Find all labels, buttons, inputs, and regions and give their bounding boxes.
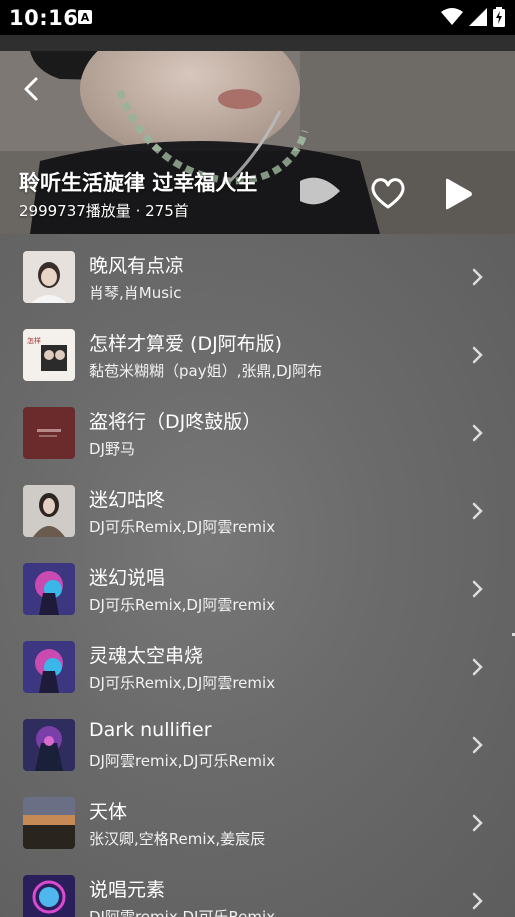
chevron-right-icon xyxy=(472,268,483,286)
song-title: 晚风有点凉 xyxy=(89,255,185,277)
song-row[interactable]: 天体 张汉卿,空格Remix,姜宸辰 xyxy=(0,780,515,858)
song-cover xyxy=(23,563,75,615)
back-button[interactable] xyxy=(18,75,46,103)
song-row[interactable]: 盗将行（DJ咚鼓版） DJ野马 xyxy=(0,390,515,468)
status-icons xyxy=(441,7,505,27)
song-cover: 怎样 xyxy=(23,329,75,381)
song-artist: DJ野马 xyxy=(89,440,135,458)
song-row[interactable]: 迷幻说唱 DJ可乐Remix,DJ阿雲remix xyxy=(0,546,515,624)
chevron-right-icon xyxy=(472,814,483,832)
chevron-right-icon xyxy=(472,424,483,442)
a-icon: A xyxy=(78,10,92,24)
song-row[interactable]: 晚风有点凉 肖琴,肖Music xyxy=(0,234,515,312)
playlist-header: 聆听生活旋律 过幸福人生 2999737播放量 · 275首 xyxy=(0,51,515,234)
song-artist: DJ阿雲remix,DJ可乐Remix xyxy=(89,752,276,770)
song-cover xyxy=(23,485,75,537)
heart-outline-icon[interactable] xyxy=(369,175,407,211)
song-title: 迷幻说唱 xyxy=(89,567,166,589)
song-row[interactable]: 迷幻咕咚 DJ可乐Remix,DJ阿雲remix xyxy=(0,468,515,546)
song-artist: DJ阿雲remix,DJ可乐Remix xyxy=(89,908,276,917)
chevron-right-icon xyxy=(472,658,483,676)
song-cover xyxy=(23,251,75,303)
song-title: 天体 xyxy=(89,801,128,823)
chevron-right-icon xyxy=(472,580,483,598)
song-title: 说唱元素 xyxy=(89,879,166,901)
song-title: 迷幻咕咚 xyxy=(89,489,166,511)
song-artist: 肖琴,肖Music xyxy=(89,284,182,302)
song-title: Dark nullifier xyxy=(89,719,212,741)
song-row[interactable]: 灵魂太空串烧 DJ可乐Remix,DJ阿雲remix xyxy=(0,624,515,702)
song-artist: 张汉卿,空格Remix,姜宸辰 xyxy=(89,830,266,848)
song-artist: 黏苞米糊糊（pay姐）,张鼎,DJ阿布 xyxy=(89,362,323,380)
wifi-icon xyxy=(441,8,463,25)
song-cover xyxy=(23,641,75,693)
chevron-right-icon xyxy=(472,736,483,754)
play-icon[interactable] xyxy=(440,177,474,211)
toolbar-strip xyxy=(0,35,515,51)
song-artist: DJ可乐Remix,DJ阿雲remix xyxy=(89,596,276,614)
song-artist: DJ可乐Remix,DJ阿雲remix xyxy=(89,674,276,692)
song-cover xyxy=(23,719,75,771)
chevron-right-icon xyxy=(472,892,483,910)
song-list: 晚风有点凉 肖琴,肖Music 怎样 怎样才算爱 (DJ阿布版) 黏苞米糊糊（p… xyxy=(0,234,515,917)
status-bar: 10:16 A xyxy=(0,0,515,35)
playlist-meta: 2999737播放量 · 275首 xyxy=(19,202,189,220)
status-time: 10:16 xyxy=(9,6,79,30)
svg-text:怎样: 怎样 xyxy=(27,336,41,345)
song-cover xyxy=(23,797,75,849)
song-artist: DJ可乐Remix,DJ阿雲remix xyxy=(89,518,276,536)
playlist-title: 聆听生活旋律 过幸福人生 xyxy=(19,171,258,195)
chevron-right-icon xyxy=(472,346,483,364)
song-title: 灵魂太空串烧 xyxy=(89,645,204,667)
song-title: 盗将行（DJ咚鼓版） xyxy=(89,411,262,433)
song-title: 怎样才算爱 (DJ阿布版) xyxy=(89,333,283,355)
battery-charging-icon xyxy=(493,7,505,27)
song-cover xyxy=(23,407,75,459)
signal-icon xyxy=(469,8,487,26)
song-cover xyxy=(23,875,75,917)
song-row[interactable]: 怎样 怎样才算爱 (DJ阿布版) 黏苞米糊糊（pay姐）,张鼎,DJ阿布 xyxy=(0,312,515,390)
song-row[interactable]: 说唱元素 DJ阿雲remix,DJ可乐Remix xyxy=(0,858,515,917)
song-row[interactable]: Dark nullifier DJ阿雲remix,DJ可乐Remix xyxy=(0,702,515,780)
chevron-right-icon xyxy=(472,502,483,520)
